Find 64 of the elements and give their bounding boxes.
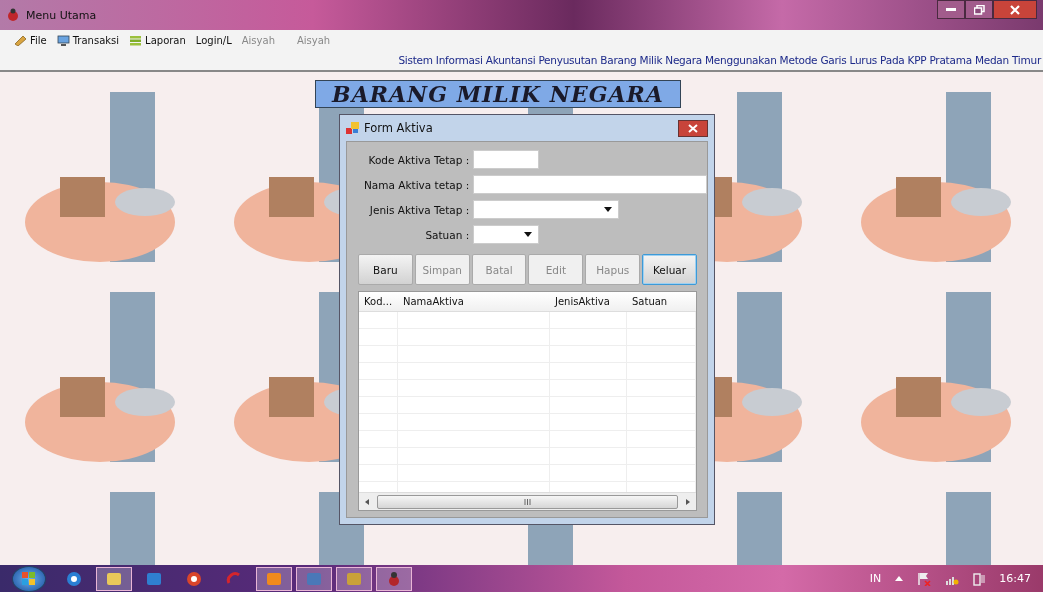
app-icon bbox=[306, 570, 322, 587]
menu-item[interactable]: Laporan bbox=[129, 34, 192, 46]
scroll-right-icon bbox=[686, 498, 690, 505]
field-label: Jenis Aktiva Tetap : bbox=[368, 203, 470, 216]
column-header[interactable]: NamaAktiva bbox=[398, 296, 550, 307]
banner-title: BARANG MILIK NEGARA bbox=[315, 80, 681, 108]
minimize-icon bbox=[946, 7, 956, 12]
clock[interactable]: 16:47 bbox=[999, 572, 1031, 585]
bug-icon bbox=[6, 8, 20, 22]
restore-icon bbox=[973, 4, 985, 15]
taskbar-app[interactable] bbox=[296, 566, 332, 591]
field-label: Satuan : bbox=[424, 228, 470, 241]
close-button[interactable] bbox=[993, 0, 1037, 19]
menu-item[interactable]: File bbox=[14, 34, 53, 46]
column-header[interactable]: Satuan bbox=[627, 296, 696, 307]
app-icon bbox=[146, 570, 162, 587]
windows-logo-icon bbox=[22, 571, 36, 586]
taskbar-app[interactable] bbox=[336, 566, 372, 591]
close-icon bbox=[1010, 4, 1020, 15]
pencil-icon bbox=[14, 34, 27, 46]
user-name: Aisyah bbox=[296, 34, 331, 46]
taskbar-app[interactable] bbox=[376, 566, 412, 591]
column-header[interactable]: JenisAktiva bbox=[550, 296, 627, 307]
battery-plug-icon[interactable] bbox=[973, 571, 986, 586]
text-field[interactable] bbox=[473, 150, 540, 169]
dropdown-field[interactable] bbox=[473, 225, 540, 244]
menu-item[interactable]: Login/L bbox=[195, 34, 238, 46]
app-icon bbox=[186, 570, 202, 587]
form-title: Form Aktiva bbox=[364, 121, 433, 135]
dropdown-arrow-icon bbox=[604, 207, 613, 212]
caret-up-icon[interactable] bbox=[895, 576, 904, 581]
start-button[interactable] bbox=[12, 565, 46, 592]
horizontal-scrollbar[interactable] bbox=[359, 492, 696, 510]
field-label: Nama Aktiva tetap : bbox=[364, 178, 470, 191]
form-button[interactable]: Keluar bbox=[642, 254, 697, 285]
dropdown-arrow-icon bbox=[524, 232, 533, 237]
grip-icon bbox=[524, 498, 531, 505]
app-icon bbox=[386, 570, 402, 587]
window-title: Menu Utama bbox=[26, 8, 97, 22]
language-indicator[interactable]: IN bbox=[869, 572, 882, 585]
minimize-button[interactable] bbox=[937, 0, 965, 19]
form-button[interactable]: Baru bbox=[358, 254, 413, 285]
taskbar-app[interactable] bbox=[256, 566, 292, 591]
taskbar-app[interactable] bbox=[96, 566, 132, 591]
close-icon bbox=[688, 123, 698, 133]
user-name: Aisyah bbox=[241, 34, 275, 46]
form-icon bbox=[346, 122, 359, 134]
menu-item[interactable]: Transaksi bbox=[56, 34, 126, 46]
monitor-icon bbox=[56, 34, 70, 46]
field-label: Kode Aktiva Tetap : bbox=[367, 153, 470, 166]
flag-icon[interactable] bbox=[917, 571, 932, 586]
maximize-button[interactable] bbox=[965, 0, 993, 19]
column-header[interactable]: Kod... bbox=[359, 296, 398, 307]
text-field[interactable] bbox=[473, 175, 707, 194]
scroll-left-icon bbox=[365, 498, 369, 505]
app-icon bbox=[66, 570, 82, 587]
close-button[interactable] bbox=[678, 119, 708, 137]
app-icon bbox=[266, 570, 282, 587]
dropdown-field[interactable] bbox=[473, 200, 620, 219]
app-icon bbox=[106, 570, 122, 587]
scrollbar-thumb[interactable] bbox=[377, 494, 678, 509]
stack-icon bbox=[129, 34, 143, 46]
app-icon bbox=[346, 570, 362, 587]
application-subtitle: Sistem Informasi Akuntansi Penyusutan Barang Milik Negara Menggunakan Metode Garis Lurus Pada KPP Pratama Medan Timur bbox=[398, 54, 1041, 66]
